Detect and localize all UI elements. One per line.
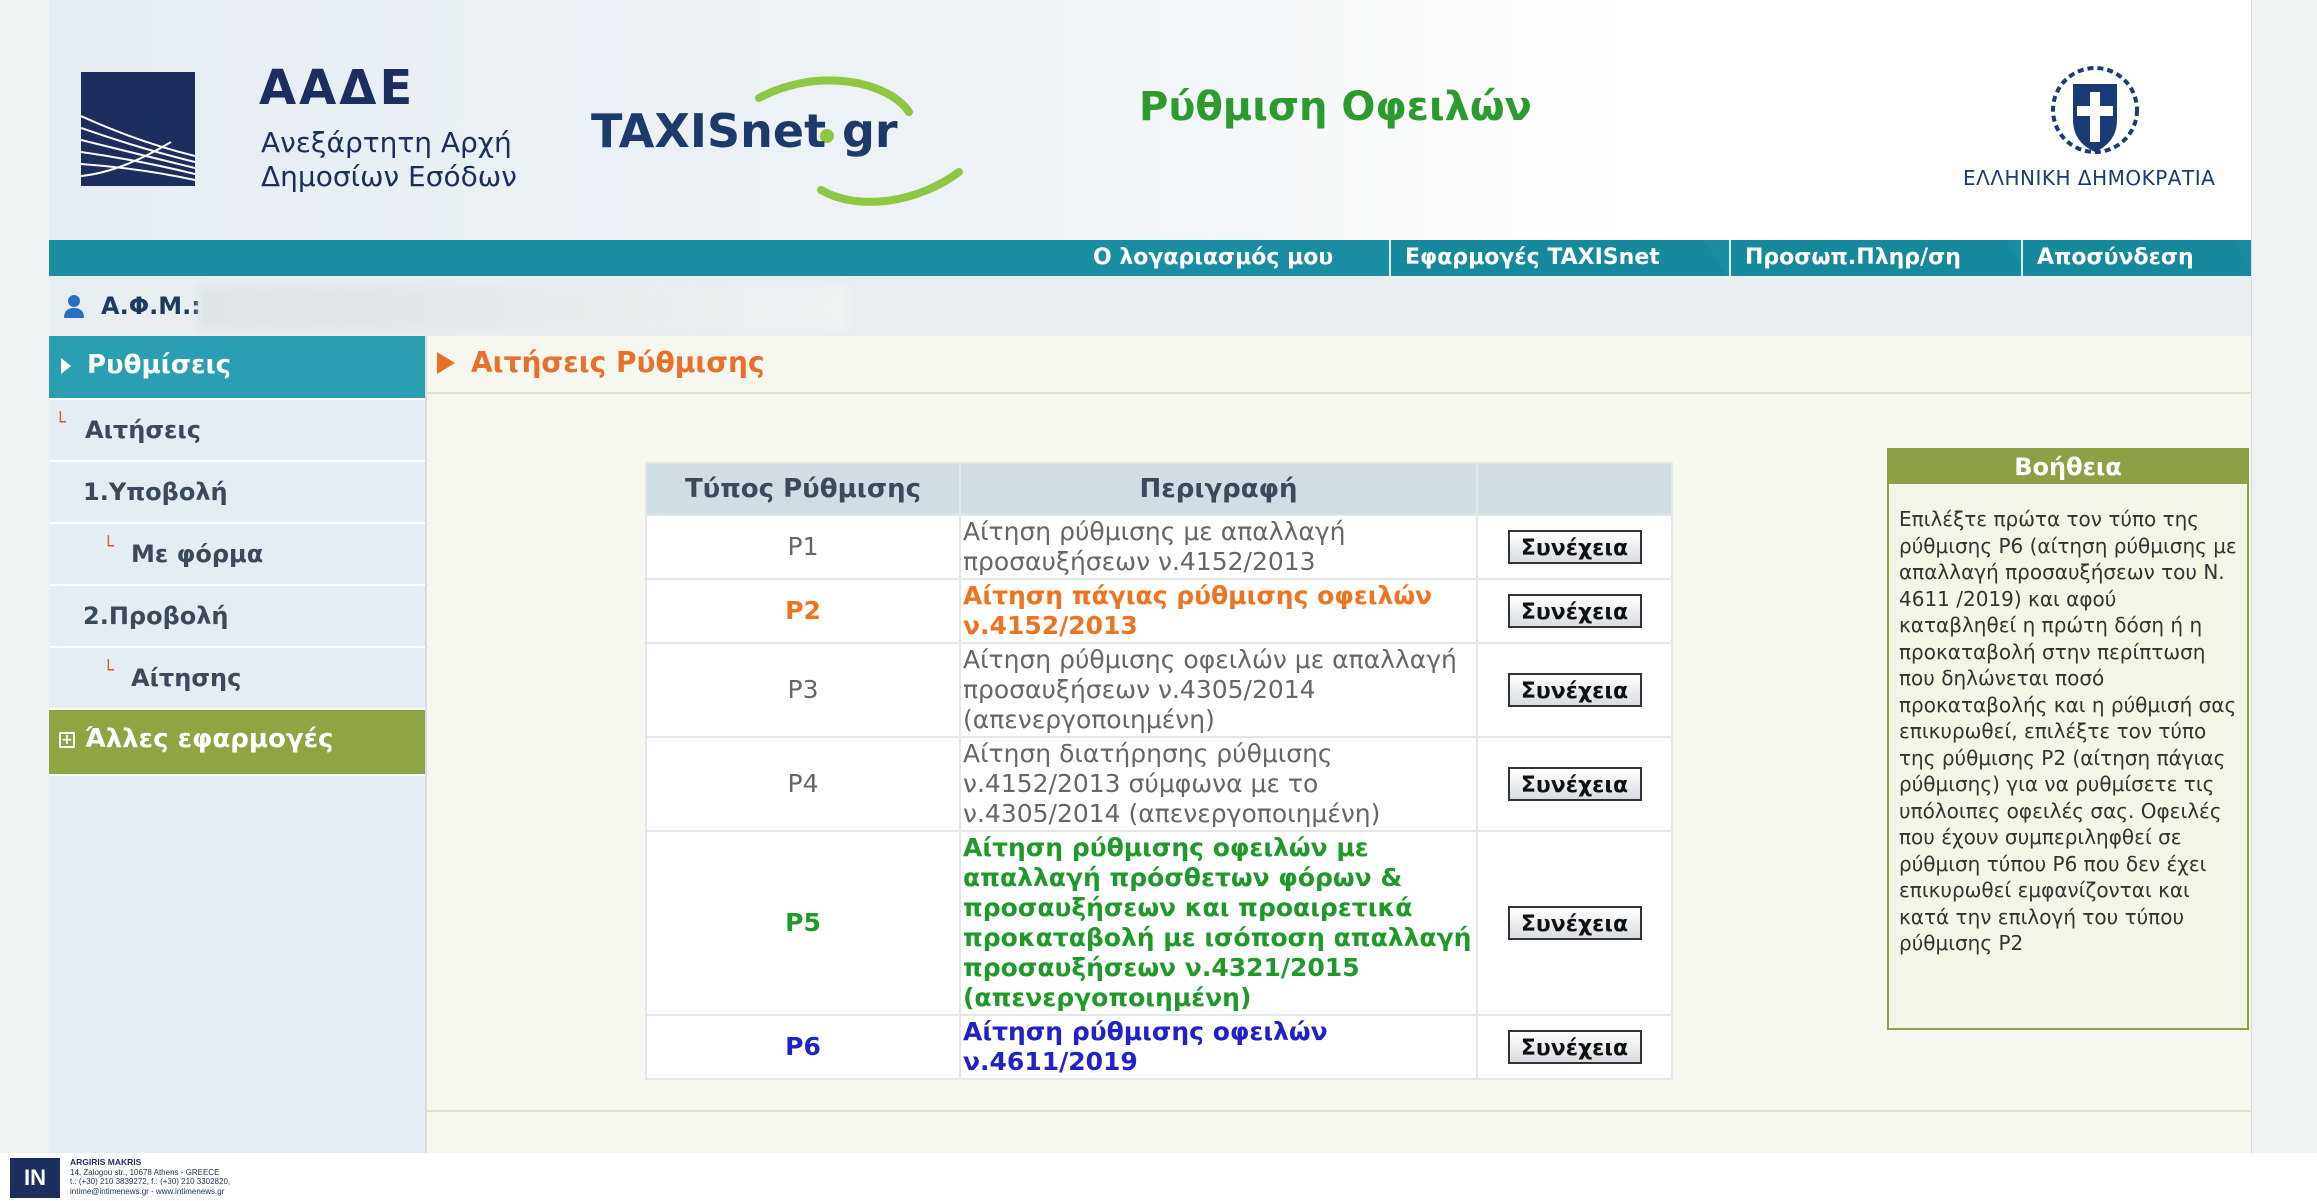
sidebar-item-view[interactable]: 2.Προβολή [49,586,425,648]
user-icon [64,295,84,318]
greek-emblem-icon [2051,66,2139,154]
sidebar-item-applications[interactable]: └ Αιτήσεις [49,400,425,462]
expand-plus-icon: + [59,732,75,748]
brand-domain: gr [842,104,898,158]
row-action-cell: Συνέχεια [1476,578,1673,644]
tree-branch-icon: └ [55,412,66,433]
row-type: P1 [645,514,961,580]
table-header-row: Τύπος Ρύθμισης Περιγραφή [645,462,1673,516]
sidebar-item-label: 2.Προβολή [83,602,229,630]
tree-branch-icon: └ [103,536,114,557]
continue-button[interactable]: Συνέχεια [1507,673,1642,707]
sidebar-item-label: Αίτησης [131,664,242,692]
brand-name: TAXISnet [591,104,827,158]
row-description: Αίτηση ρύθμισης οφειλών ν.4611/2019 [959,1014,1478,1080]
settlement-types-table: Τύπος Ρύθμισης Περιγραφή P1 Αίτηση ρύθμι… [645,462,1673,1080]
sidebar-item-application[interactable]: └ Αίτησης [49,648,425,710]
row-type: P4 [645,736,961,832]
continue-button[interactable]: Συνέχεια [1507,1030,1642,1064]
continue-button[interactable]: Συνέχεια [1507,530,1642,564]
right-margin [2251,0,2317,1153]
header: ΑΑΔΕ Ανεξάρτητη Αρχή Δημοσίων Εσόδων TAX… [49,0,2251,240]
sidebar-item-label: Με φόρμα [131,540,264,568]
credit-phone: t.: (+30) 210 3839272, f.: (+30) 210 330… [70,1177,231,1186]
row-action-cell: Συνέχεια [1476,736,1673,832]
table-row: P4 Αίτηση διατήρησης ρύθμισης ν.4152/201… [645,736,1673,832]
row-type: P5 [645,830,961,1016]
help-text: Επιλέξτε πρώτα τον τύπο της ρύθμισης P6 … [1899,507,2237,955]
nav-taxisnet-apps[interactable]: Εφαρμογές TAXISnet [1389,240,1727,276]
sidebar-item-other-apps[interactable]: + Άλλες εφαρμογές [49,710,425,776]
table-row: P3 Αίτηση ρύθμισης οφειλών με απαλλαγή π… [645,642,1673,738]
nav-logout[interactable]: Αποσύνδεση [2021,240,2251,276]
org-name-line1: Ανεξάρτητη Αρχή [261,126,512,159]
org-name-line2: Δημοσίων Εσόδων [261,160,517,193]
org-short-name: ΑΑΔΕ [259,60,416,116]
column-header-type: Τύπος Ρύθμισης [645,462,961,516]
section-arrow-icon [437,352,455,374]
column-header-action [1476,462,1673,516]
table-row: P5 Αίτηση ρύθμισης οφειλών με απαλλαγή π… [645,830,1673,1016]
content-bottom-rule [425,1110,2251,1153]
nav-personalization[interactable]: Προσωπ.Πληρ/ση [1729,240,2027,276]
sidebar-item-label: Ρυθμίσεις [87,350,232,380]
table-row: P1 Αίτηση ρύθμισης με απαλλαγή προσαυξήσ… [645,514,1673,580]
credit-name: ARGIRIS MAKRIS [70,1157,142,1167]
row-type: P6 [645,1014,961,1080]
sidebar-item-submit[interactable]: 1.Υποβολή [49,462,425,524]
sidebar-item-label: Άλλες εφαρμογές [85,724,334,754]
state-label: ΕΛΛΗΝΙΚΗ ΔΗΜΟΚΡΑΤΙΑ [1963,166,2216,190]
help-box: Βοήθεια Επιλέξτε πρώτα τον τύπο της ρύθμ… [1887,448,2249,1030]
row-description: Αίτηση διατήρησης ρύθμισης ν.4152/2013 σ… [959,736,1478,832]
continue-button[interactable]: Συνέχεια [1507,594,1642,628]
tree-branch-icon: └ [103,660,114,681]
intime-logo: IN [10,1158,60,1198]
continue-button[interactable]: Συνέχεια [1507,906,1642,940]
row-description: Αίτηση ρύθμισης οφειλών με απαλλαγή προσ… [959,642,1478,738]
tax-id-redacted [199,286,849,330]
row-action-cell: Συνέχεια [1476,514,1673,580]
row-description: Αίτηση ρύθμισης με απαλλαγή προσαυξήσεων… [959,514,1478,580]
tax-id-label: Α.Φ.Μ.: [101,292,201,320]
column-header-description: Περιγραφή [959,462,1478,516]
sidebar: Ρυθμίσεις └ Αιτήσεις 1.Υποβολή └ Με φόρμ… [49,336,427,1153]
table-row: P2 Αίτηση πάγιας ρύθμισης οφειλών ν.4152… [645,578,1673,644]
sidebar-item-settlements[interactable]: Ρυθμίσεις [49,336,425,400]
help-title: Βοήθεια [1889,450,2247,484]
row-type: P2 [645,578,961,644]
table-row: P6 Αίτηση ρύθμισης οφειλών ν.4611/2019 Σ… [645,1014,1673,1080]
continue-button[interactable]: Συνέχεια [1507,767,1642,801]
row-action-cell: Συνέχεια [1476,642,1673,738]
credit-address: 14, Zalogou str., 10678 Athens - GREECE [70,1167,220,1177]
footer [0,1153,2317,1201]
caret-right-icon [61,358,71,374]
nav-my-account[interactable]: Ο λογαριασμός μου [1093,240,1433,276]
row-type: P3 [645,642,961,738]
sidebar-item-label: 1.Υποβολή [83,478,228,506]
page-heading: Ρύθμιση Οφειλών [1139,84,1532,130]
photo-credit: ARGIRIS MAKRIS 14, Zalogou str., 10678 A… [70,1157,231,1196]
row-description: Αίτηση ρύθμισης οφειλών με απαλλαγή πρόσ… [959,830,1478,1016]
sidebar-item-with-form[interactable]: └ Με φόρμα [49,524,425,586]
credit-web: intime@intimenews.gr - www.intimenews.gr [70,1186,225,1196]
row-description: Αίτηση πάγιας ρύθμισης οφειλών ν.4152/20… [959,578,1478,644]
row-action-cell: Συνέχεια [1476,1014,1673,1080]
page: ΑΑΔΕ Ανεξάρτητη Αρχή Δημοσίων Εσόδων TAX… [49,0,2251,1153]
user-bar: Α.Φ.Μ.: [49,276,2251,336]
section-title: Αιτήσεις Ρύθμισης [471,346,765,379]
left-margin [0,0,50,1153]
row-action-cell: Συνέχεια [1476,830,1673,1016]
aade-logo-icon [81,72,195,186]
sidebar-item-label: Αιτήσεις [85,416,201,444]
